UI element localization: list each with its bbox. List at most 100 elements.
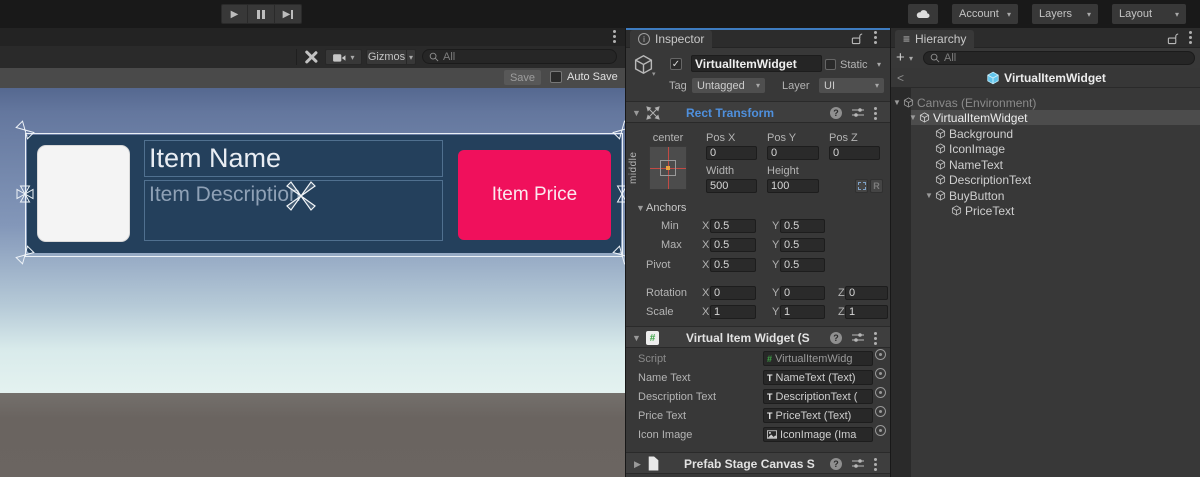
tag-dropdown[interactable]: Untagged▾ (692, 78, 765, 93)
object-picker-icon[interactable] (875, 368, 886, 379)
script-reference-field[interactable]: # VirtualItemWidg (763, 351, 873, 366)
raw-edit-button[interactable]: R (870, 179, 883, 193)
component-menu-kebab-icon[interactable] (874, 337, 877, 340)
cloud-button[interactable] (908, 4, 938, 24)
anchor-handle-icon[interactable] (615, 184, 625, 204)
name-text-reference-field[interactable]: T NameText (Text) (763, 370, 873, 385)
anchor-max-y-field[interactable]: 0.5 (780, 238, 825, 252)
scale-y-field[interactable]: 1 (780, 305, 825, 319)
lock-icon[interactable] (851, 32, 863, 45)
anchor-handle-icon[interactable] (18, 184, 32, 204)
hierarchy-search-input[interactable]: All (923, 51, 1195, 65)
object-picker-icon[interactable] (875, 406, 886, 417)
layers-dropdown[interactable]: Layers▾ (1032, 4, 1098, 24)
tree-item-virtualitemwidget[interactable]: ▼ VirtualItemWidget (891, 110, 1200, 125)
component-menu-kebab-icon[interactable] (874, 112, 877, 115)
anchor-preset-widget[interactable] (649, 146, 687, 190)
static-checkbox[interactable] (825, 59, 836, 70)
tree-item-canvas[interactable]: ▼ Canvas (Environment) (891, 95, 1200, 110)
presets-icon[interactable] (851, 458, 865, 469)
tree-item-buybutton[interactable]: ▼ BuyButton (891, 188, 1200, 203)
pos-x-field[interactable]: 0 (706, 146, 757, 160)
add-dropdown-caret[interactable]: ▾ (909, 54, 913, 63)
pos-z-field[interactable]: 0 (829, 146, 880, 160)
gameobject-cube-icon[interactable] (633, 54, 654, 75)
tab-inspector[interactable]: i Inspector (630, 30, 712, 48)
tree-item-iconimage[interactable]: IconImage (891, 141, 1200, 156)
pivot-y-field[interactable]: 0.5 (780, 258, 825, 272)
scene-menu-kebab-icon[interactable] (613, 35, 616, 38)
pivot-x-field[interactable]: 0.5 (710, 258, 756, 272)
auto-save-checkbox[interactable] (550, 71, 562, 83)
help-icon[interactable]: ? (830, 332, 842, 344)
pause-button[interactable] (248, 4, 275, 24)
pos-y-field[interactable]: 0 (767, 146, 819, 160)
gameobject-name-field[interactable]: VirtualItemWidget (691, 55, 822, 72)
add-gameobject-button[interactable]: + (896, 50, 905, 65)
tab-hierarchy[interactable]: ≡ Hierarchy (895, 30, 974, 48)
help-icon[interactable]: ? (830, 107, 842, 119)
prefab-stage-title[interactable]: VirtualItemWidget (1004, 71, 1106, 85)
anchor-min-x-field[interactable]: 0.5 (710, 219, 756, 233)
help-icon[interactable]: ? (830, 458, 842, 470)
foldout-arrow-icon[interactable]: ▼ (632, 333, 641, 343)
static-dropdown-caret[interactable]: ▾ (877, 60, 881, 69)
object-picker-icon[interactable] (875, 425, 886, 436)
tree-item-nametext[interactable]: NameText (891, 157, 1200, 172)
foldout-arrow-icon[interactable]: ▼ (925, 191, 935, 200)
blueprint-mode-button[interactable] (855, 179, 868, 193)
layout-dropdown[interactable]: Layout▾ (1112, 4, 1186, 24)
cloud-icon (915, 8, 931, 20)
scale-x-field[interactable]: 1 (710, 305, 756, 319)
presets-icon[interactable] (851, 332, 865, 343)
anchors-foldout-icon[interactable]: ▼ (636, 203, 645, 213)
presets-icon[interactable] (851, 107, 865, 118)
save-button[interactable]: Save (504, 70, 541, 85)
scale-z-field[interactable]: 1 (845, 305, 888, 319)
anchor-max-x-field[interactable]: 0.5 (710, 238, 756, 252)
play-button[interactable]: ▶ (221, 4, 248, 24)
inspector-menu-kebab-icon[interactable] (874, 36, 877, 39)
scene-search-input[interactable]: All (422, 49, 617, 64)
object-picker-icon[interactable] (875, 349, 886, 360)
virtual-item-widget-panel[interactable]: Item Name Item Description Item Price (27, 135, 621, 253)
name-text-box[interactable]: Item Name (144, 140, 443, 177)
buy-button[interactable]: Item Price (458, 150, 611, 240)
tree-item-pricetext[interactable]: PriceText (891, 203, 1200, 218)
hierarchy-menu-kebab-icon[interactable] (1189, 36, 1192, 39)
anchor-min-y-field[interactable]: 0.5 (780, 219, 825, 233)
tree-item-background[interactable]: Background (891, 126, 1200, 141)
foldout-arrow-icon[interactable]: ▼ (893, 98, 903, 107)
step-button[interactable]: ▶ (275, 4, 302, 24)
scale-x-value: 1 (714, 306, 720, 318)
height-field[interactable]: 100 (767, 179, 819, 193)
active-checkbox[interactable]: ✓ (670, 58, 682, 70)
move-gizmo-icon[interactable] (285, 180, 317, 212)
lock-icon[interactable] (1167, 32, 1179, 45)
rect-transform-header[interactable]: ▼ Rect Transform ? (626, 101, 891, 123)
foldout-arrow-icon[interactable]: ▶ (634, 459, 641, 470)
description-text-reference-field[interactable]: T DescriptionText ( (763, 389, 873, 404)
gizmos-dropdown[interactable]: Gizmos ▾ (366, 49, 416, 65)
icon-image-reference-field[interactable]: IconImage (Ima (763, 427, 873, 442)
foldout-arrow-icon[interactable]: ▼ (909, 113, 919, 122)
rotation-x-field[interactable]: 0 (710, 286, 756, 300)
script-component-header[interactable]: ▼ # Virtual Item Widget (S ? (626, 326, 891, 348)
icon-image-placeholder[interactable] (37, 145, 130, 242)
account-dropdown[interactable]: Account▾ (952, 4, 1018, 24)
rotation-z-field[interactable]: 0 (845, 286, 888, 300)
width-field[interactable]: 500 (706, 179, 757, 193)
scene-viewport[interactable]: Item Name Item Description Item Price (0, 88, 625, 477)
object-picker-icon[interactable] (875, 387, 886, 398)
layout-label: Layout (1119, 8, 1152, 20)
tools-icon[interactable] (303, 49, 319, 70)
camera-view-dropdown[interactable]: ▾ (325, 49, 362, 65)
component-menu-kebab-icon[interactable] (874, 463, 877, 466)
foldout-arrow-icon[interactable]: ▼ (632, 108, 641, 118)
tree-item-descriptiontext[interactable]: DescriptionText (891, 172, 1200, 187)
chevron-down-icon[interactable]: ▾ (652, 70, 656, 78)
price-text-reference-field[interactable]: T PriceText (Text) (763, 408, 873, 423)
rotation-y-field[interactable]: 0 (780, 286, 825, 300)
layer-dropdown[interactable]: UI▾ (819, 78, 884, 93)
prefab-stage-canvas-header[interactable]: ▶ Prefab Stage Canvas S ? (626, 452, 891, 474)
